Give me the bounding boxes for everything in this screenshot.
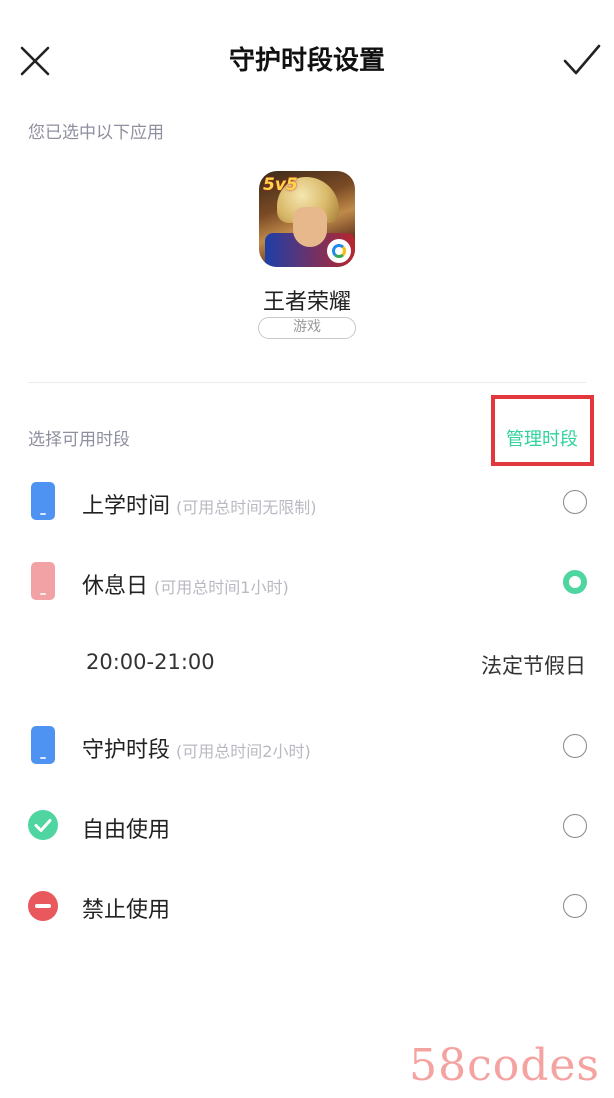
app-name: 王者荣耀 xyxy=(262,290,351,315)
slot-day-type: 法定节假日 xyxy=(481,654,586,678)
time-slots-label: 选择可用时段 xyxy=(28,430,130,450)
slot-name: 休息日 xyxy=(82,574,149,599)
slot-radio[interactable] xyxy=(563,490,587,514)
slot-name: 上学时间 xyxy=(82,494,171,519)
app-category-badge: 游戏 xyxy=(258,317,356,339)
tencent-games-logo-icon xyxy=(327,239,351,263)
slot-title: 休息日 (可用总时间1小时) xyxy=(82,568,289,600)
selected-apps-label: 您已选中以下应用 xyxy=(28,123,164,143)
nav-bar: 守护时段设置 xyxy=(0,0,614,120)
app-icon-badge: 5v5 xyxy=(263,175,298,195)
phone-icon xyxy=(31,482,55,520)
slot-radio-selected[interactable] xyxy=(563,570,587,594)
check-icon[interactable] xyxy=(562,42,602,78)
page-title: 守护时段设置 xyxy=(228,46,385,76)
slot-note: (可用总时间无限制) xyxy=(176,498,317,517)
minus-circle-icon xyxy=(28,891,58,921)
slot-name: 守护时段 xyxy=(82,738,171,763)
slot-radio[interactable] xyxy=(563,734,587,758)
slot-name: 自由使用 xyxy=(82,818,171,843)
slot-radio[interactable] xyxy=(563,894,587,918)
phone-icon xyxy=(31,562,55,600)
slot-radio[interactable] xyxy=(563,814,587,838)
slot-title: 守护时段 (可用总时间2小时) xyxy=(82,732,311,764)
slot-time-range: 20:00-21:00 xyxy=(86,650,215,674)
watermark: 58codes xyxy=(409,1040,600,1091)
manage-slots-button[interactable]: 管理时段 xyxy=(506,425,578,451)
slot-note: (可用总时间1小时) xyxy=(154,578,289,597)
phone-icon xyxy=(31,726,55,764)
slot-name: 禁止使用 xyxy=(82,898,171,923)
check-circle-icon xyxy=(28,810,58,840)
slot-title: 上学时间 (可用总时间无限制) xyxy=(82,488,317,520)
app-icon-face xyxy=(293,207,327,247)
slot-note: (可用总时间2小时) xyxy=(176,742,311,761)
app-icon: 5v5 xyxy=(259,171,355,267)
section-divider xyxy=(28,382,586,383)
